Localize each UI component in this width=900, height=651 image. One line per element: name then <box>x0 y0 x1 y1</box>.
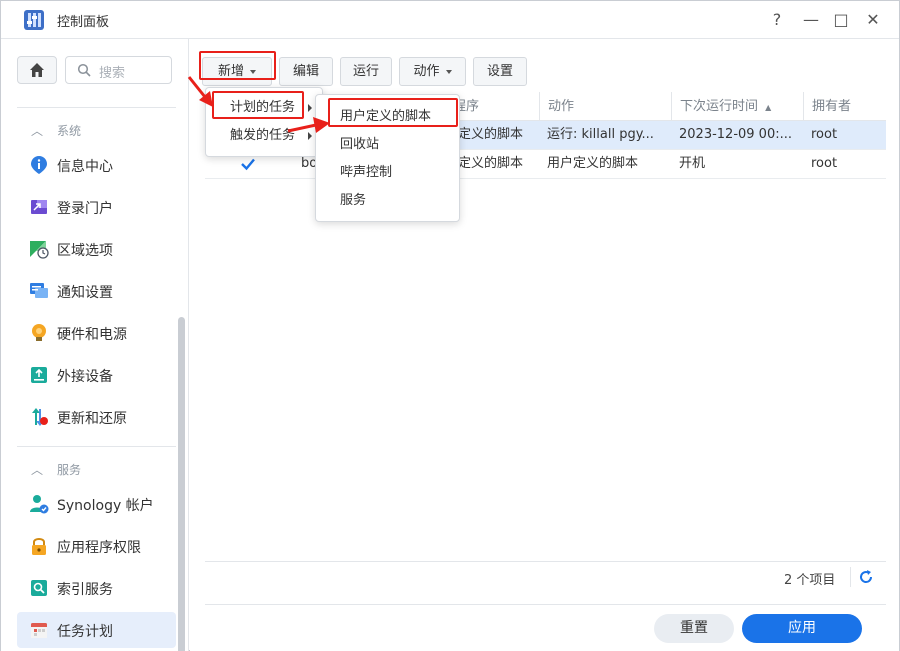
reset-button[interactable]: 重置 <box>654 614 734 643</box>
regional-options-icon <box>30 241 49 259</box>
run-button[interactable]: 运行 <box>340 57 392 86</box>
help-icon[interactable]: ? <box>767 10 787 30</box>
sidebar-item-app-privileges[interactable]: 应用程序权限 <box>17 528 176 564</box>
control-panel-app-icon <box>24 10 44 30</box>
cell-owner: root <box>811 156 838 171</box>
sidebar-item-login-portal[interactable]: 登录门户 <box>17 189 176 225</box>
info-icon <box>31 156 47 174</box>
annotation-box-user-defined-script <box>328 98 458 127</box>
sidebar: 搜索 ︿ 系统 信息中心 登录门户 区域选项 通知设置 硬件和电源 外接设备 更… <box>1 39 189 651</box>
search-placeholder: 搜索 <box>99 66 126 81</box>
next-run-label: 下次运行时间 <box>680 99 759 114</box>
task-scheduler-icon <box>31 623 47 638</box>
cell-program: 定义的脚本 <box>458 156 524 171</box>
menu-item-beep-control[interactable]: 哔声控制 <box>316 159 459 187</box>
sidebar-scrollbar[interactable] <box>178 317 185 651</box>
edit-button[interactable]: 编辑 <box>279 57 333 86</box>
menu-item-service[interactable]: 服务 <box>316 187 459 215</box>
sidebar-item-label: 区域选项 <box>57 243 113 259</box>
sidebar-item-label: 索引服务 <box>57 582 113 598</box>
item-count: 2 个项目 <box>784 573 836 588</box>
chevron-up-icon: ︿ <box>31 124 44 138</box>
sidebar-item-label: 应用程序权限 <box>57 540 141 556</box>
sidebar-item-synology-account[interactable]: Synology 帐户 <box>17 486 176 522</box>
cell-action: 用户定义的脚本 <box>547 156 639 171</box>
cell-action: 运行: killall pgy... <box>547 127 654 142</box>
search-icon <box>77 63 91 77</box>
cell-owner: root <box>811 127 838 142</box>
sidebar-item-label: 更新和还原 <box>57 411 127 427</box>
enabled-checkbox-icon[interactable] <box>240 156 256 172</box>
section-header-services[interactable]: ︿ 服务 <box>31 461 81 478</box>
window-title: 控制面板 <box>57 15 110 30</box>
sidebar-item-task-scheduler[interactable]: 任务计划 <box>17 612 176 648</box>
sidebar-item-label: 信息中心 <box>57 159 113 175</box>
sidebar-divider <box>17 446 176 447</box>
titlebar: 控制面板 ? — □ ✕ <box>1 1 899 39</box>
action-button[interactable]: 动作 <box>399 57 466 86</box>
notification-icon <box>30 283 48 298</box>
control-panel-window: 控制面板 ? — □ ✕ 搜索 ︿ 系统 信息中心 登录门户 区域选项 通知设置… <box>0 0 900 651</box>
external-devices-icon <box>31 367 47 383</box>
sidebar-item-notification[interactable]: 通知设置 <box>17 273 176 309</box>
sidebar-item-external-devices[interactable]: 外接设备 <box>17 357 176 393</box>
sidebar-item-label: 通知设置 <box>57 285 113 301</box>
column-header-action[interactable]: 动作 <box>539 92 671 121</box>
search-input[interactable]: 搜索 <box>65 56 172 84</box>
settings-button[interactable]: 设置 <box>473 57 527 86</box>
annotation-arrow-icon <box>287 117 330 133</box>
sidebar-divider <box>17 107 176 108</box>
column-header-owner[interactable]: 拥有者 <box>803 92 870 121</box>
apply-button[interactable]: 应用 <box>742 614 862 643</box>
action-button-label: 动作 <box>413 64 440 79</box>
minimize-icon[interactable]: — <box>801 10 821 30</box>
sidebar-item-info-center[interactable]: 信息中心 <box>17 147 176 183</box>
cell-next-run: 开机 <box>679 156 706 171</box>
hardware-power-icon <box>32 324 46 341</box>
sidebar-item-label: 硬件和电源 <box>57 327 127 343</box>
column-header-next-run[interactable]: 下次运行时间 ▲ <box>671 92 803 121</box>
synology-account-icon <box>30 495 49 514</box>
indexing-service-icon <box>31 580 47 596</box>
sidebar-item-hardware-power[interactable]: 硬件和电源 <box>17 315 176 351</box>
sidebar-item-indexing-service[interactable]: 索引服务 <box>17 570 176 606</box>
login-portal-icon <box>31 200 47 214</box>
footer-divider <box>205 604 886 605</box>
sidebar-item-regional-options[interactable]: 区域选项 <box>17 231 176 267</box>
app-privileges-icon <box>32 538 46 555</box>
sidebar-item-label: 任务计划 <box>57 624 113 640</box>
close-icon[interactable]: ✕ <box>863 10 883 30</box>
cell-program: 定义的脚本 <box>458 127 524 142</box>
cell-next-run: 2023-12-09 00:... <box>679 127 793 142</box>
home-button[interactable] <box>17 56 57 84</box>
status-divider <box>205 561 886 562</box>
sidebar-item-label: Synology 帐户 <box>57 498 154 514</box>
submenu-arrow-icon <box>308 104 312 112</box>
menu-item-recycle-bin[interactable]: 回收站 <box>316 131 459 159</box>
sidebar-item-label: 外接设备 <box>57 369 113 385</box>
chevron-up-icon: ︿ <box>31 463 44 477</box>
sidebar-item-label: 登录门户 <box>57 201 113 217</box>
status-separator <box>850 567 851 587</box>
sort-ascending-icon: ▲ <box>765 103 772 112</box>
update-restore-icon <box>32 408 48 426</box>
annotation-arrow-icon <box>187 76 213 107</box>
section-header-system[interactable]: ︿ 系统 <box>31 122 81 139</box>
home-icon <box>30 63 44 77</box>
caret-down-icon <box>445 69 452 74</box>
sidebar-item-update-restore[interactable]: 更新和还原 <box>17 399 176 435</box>
refresh-icon[interactable] <box>856 567 876 587</box>
maximize-icon[interactable]: □ <box>831 10 851 30</box>
